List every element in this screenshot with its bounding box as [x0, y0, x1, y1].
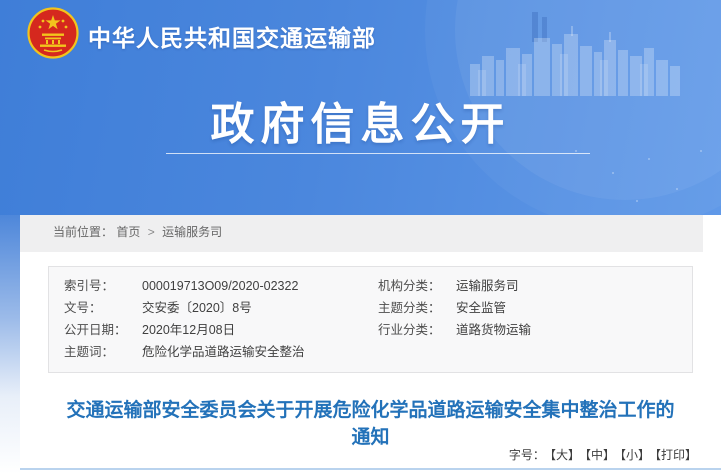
meta-field-index-number: 索引号： 000019713O09/2020-02322 — [64, 276, 378, 297]
constellation-dot — [636, 200, 638, 202]
font-size-small-button[interactable]: 【小】 — [620, 448, 650, 462]
site-header: 中华人民共和国交通运输部 政府信息公开 — [0, 0, 721, 215]
brand[interactable]: 中华人民共和国交通运输部 — [27, 7, 376, 59]
font-size-label: 字号： — [509, 448, 545, 462]
meta-value: 2020年12月08日 — [142, 320, 235, 341]
site-name: 中华人民共和国交通运输部 — [88, 19, 376, 53]
meta-field-agency-category: 机构分类： 运输服务司 — [378, 276, 692, 297]
meta-value: 运输服务司 — [456, 276, 519, 297]
meta-label: 公开日期： — [64, 320, 142, 341]
meta-field-topic-category: 主题分类： 安全监管 — [378, 298, 692, 319]
meta-field-keywords: 主题词： 危险化学品道路运输安全整治 — [64, 342, 378, 363]
meta-label: 索引号： — [64, 276, 142, 297]
meta-value: 000019713O09/2020-02322 — [142, 276, 298, 297]
constellation-dot — [676, 188, 678, 190]
meta-label: 文号： — [64, 298, 142, 319]
meta-label: 主题词： — [64, 342, 142, 363]
breadcrumb-band: 当前位置： 首页 > 运输服务司 — [20, 215, 703, 252]
document-meta-table: 索引号： 000019713O09/2020-02322 机构分类： 运输服务司… — [48, 266, 693, 373]
meta-value: 道路货物运输 — [456, 320, 531, 341]
breadcrumb-prefix: 当前位置： — [53, 225, 113, 239]
meta-field-empty — [378, 342, 692, 363]
page-title: 政府信息公开 — [0, 88, 721, 152]
meta-field-publish-date: 公开日期： 2020年12月08日 — [64, 320, 378, 341]
left-gradient-strip — [0, 215, 20, 474]
constellation-dot — [612, 172, 614, 174]
city-skyline-decoration — [470, 8, 680, 100]
title-underline — [166, 153, 590, 154]
meta-label: 行业分类： — [378, 320, 456, 341]
meta-field-industry-category: 行业分类： 道路货物运输 — [378, 320, 692, 341]
page: 中华人民共和国交通运输部 政府信息公开 当前位置： 首页 > 运输服务司 索引号… — [0, 0, 721, 474]
meta-value: 安全监管 — [456, 298, 506, 319]
meta-value: 交安委〔2020〕8号 — [142, 298, 252, 319]
meta-label — [378, 342, 456, 363]
print-button[interactable]: 【打印】 — [655, 448, 697, 462]
document-title: 交通运输部安全委员会关于开展危险化学品道路运输安全集中整治工作的通知 — [60, 397, 681, 451]
breadcrumb: 当前位置： 首页 > 运输服务司 — [20, 215, 703, 249]
font-size-medium-button[interactable]: 【中】 — [585, 448, 615, 462]
meta-field-document-number: 文号： 交安委〔2020〕8号 — [64, 298, 378, 319]
breadcrumb-home-link[interactable]: 首页 — [116, 225, 140, 239]
main-content: 索引号： 000019713O09/2020-02322 机构分类： 运输服务司… — [20, 252, 721, 474]
bottom-divider — [20, 468, 721, 470]
meta-label: 机构分类： — [378, 276, 456, 297]
national-emblem-icon — [27, 7, 79, 59]
font-size-toolbar: 字号： 【大】【中】【小】【打印】 — [509, 446, 697, 463]
meta-value: 危险化学品道路运输安全整治 — [142, 342, 305, 363]
meta-label: 主题分类： — [378, 298, 456, 319]
font-size-large-button[interactable]: 【大】 — [550, 448, 580, 462]
breadcrumb-current-link[interactable]: 运输服务司 — [162, 225, 222, 239]
constellation-dot — [648, 158, 650, 160]
breadcrumb-separator: > — [148, 225, 155, 239]
